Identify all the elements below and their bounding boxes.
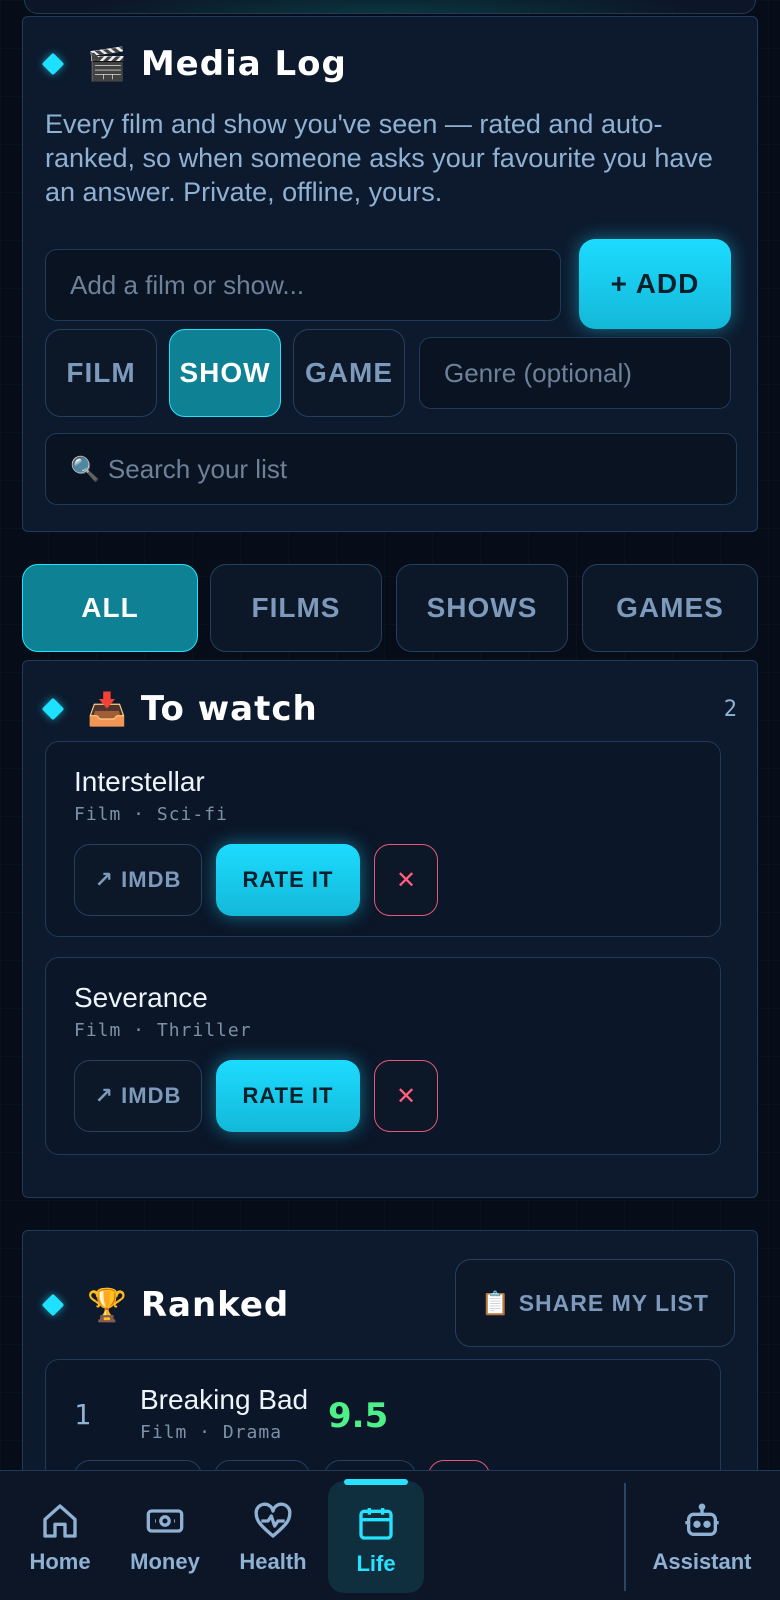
media-log-title: Media Log: [140, 44, 347, 84]
list-item: Interstellar Film · Sci-fi ↗ IMDB RATE I…: [45, 741, 721, 937]
nav-money-label: Money: [130, 1549, 200, 1574]
type-film-button[interactable]: FILM: [45, 329, 157, 417]
genre-input[interactable]: Genre (optional): [419, 337, 731, 409]
close-icon: ✕: [395, 1082, 417, 1110]
list-item: Severance Film · Thriller ↗ IMDB RATE IT…: [45, 957, 721, 1155]
to-watch-header: 📥 To watch 2: [41, 689, 737, 729]
add-title-input[interactable]: Add a film or show...: [45, 249, 561, 321]
rate-it-label: RATE IT: [242, 867, 334, 892]
nav-life[interactable]: Life: [328, 1479, 424, 1593]
score-value: 9.5: [328, 1396, 389, 1436]
genre-placeholder: Genre (optional): [444, 357, 632, 388]
to-watch-count: 2: [723, 696, 737, 722]
media-log-header: 🎬 Media Log: [41, 44, 735, 84]
imdb-link-label: ↗ IMDB: [94, 1083, 182, 1108]
share-list-label: SHARE MY LIST: [518, 1289, 709, 1316]
nav-assistant-label: Assistant: [652, 1549, 752, 1574]
row-action-stub: [324, 1460, 416, 1470]
media-log-description: Every film and show you've seen — rated …: [45, 109, 713, 207]
clipboard-icon: 📋: [481, 1290, 511, 1317]
search-icon: 🔍: [70, 455, 100, 483]
previous-card-edge: [24, 0, 756, 14]
nav-home[interactable]: Home: [20, 1471, 100, 1600]
type-game-label: GAME: [305, 357, 393, 388]
rate-it-button[interactable]: RATE IT: [216, 1060, 360, 1132]
inbox-tray-icon: 📥: [87, 690, 127, 728]
item-meta: Film · Thriller: [74, 1020, 252, 1041]
row-action-stub: [74, 1460, 202, 1470]
item-title: Severance: [74, 982, 208, 1013]
filter-all-tab[interactable]: ALL: [22, 564, 198, 652]
calendar-icon: [359, 1508, 393, 1540]
nav-money[interactable]: Money: [120, 1471, 210, 1600]
robot-icon: [685, 1503, 719, 1536]
filter-games-tab[interactable]: GAMES: [582, 564, 758, 652]
media-log-card: 🎬 Media Log Every film and show you've s…: [22, 16, 758, 532]
diamond-bullet-icon: [41, 697, 65, 721]
nav-health-label: Health: [239, 1549, 307, 1574]
clapperboard-icon: 🎬: [87, 45, 127, 83]
main-scroll[interactable]: 🎬 Media Log Every film and show you've s…: [0, 0, 780, 1470]
money-icon: [146, 1509, 184, 1533]
type-game-button[interactable]: GAME: [293, 329, 405, 417]
item-meta: Film · Drama: [140, 1422, 283, 1443]
imdb-link-button[interactable]: ↗ IMDB: [74, 844, 202, 916]
filter-games-label: GAMES: [616, 592, 724, 623]
item-actions: ↗ IMDB RATE IT ✕: [74, 844, 438, 916]
filter-tabs: ALL FILMS SHOWS GAMES: [22, 564, 758, 652]
rank-number: 1: [74, 1398, 91, 1431]
filter-films-label: FILMS: [251, 592, 341, 623]
diamond-bullet-icon: [41, 1293, 65, 1317]
nav-health[interactable]: Health: [228, 1471, 318, 1600]
close-icon: ✕: [395, 866, 417, 894]
search-placeholder: Search your list: [107, 453, 288, 484]
share-list-button[interactable]: 📋 SHARE MY LIST: [455, 1259, 735, 1347]
home-icon: [43, 1504, 77, 1538]
item-title: Interstellar: [74, 766, 205, 797]
type-show-button[interactable]: SHOW: [169, 329, 281, 417]
trophy-icon: 🏆: [87, 1286, 127, 1324]
filter-films-tab[interactable]: FILMS: [210, 564, 382, 652]
filter-shows-label: SHOWS: [426, 592, 538, 623]
item-actions: ↗ IMDB RATE IT ✕: [74, 1060, 438, 1132]
add-button[interactable]: + ADD: [579, 239, 731, 329]
nav-assistant[interactable]: Assistant: [646, 1471, 758, 1600]
item-title: Breaking Bad: [140, 1384, 309, 1415]
heart-pulse-icon: [254, 1502, 292, 1538]
filter-shows-tab[interactable]: SHOWS: [396, 564, 568, 652]
rate-it-button[interactable]: RATE IT: [216, 844, 360, 916]
item-meta: Film · Sci-fi: [74, 804, 228, 825]
ranked-card: 🏆 Ranked 📋 SHARE MY LIST 1 Breaking Bad …: [22, 1230, 758, 1470]
nav-divider: [624, 1483, 626, 1591]
remove-button[interactable]: ✕: [374, 1060, 438, 1132]
filter-all-label: ALL: [81, 592, 139, 623]
ranked-row: 1 Breaking Bad Film · Drama 9.5: [45, 1359, 721, 1470]
bottom-nav: Home Money Health Life Assistant: [0, 1470, 780, 1600]
remove-button[interactable]: ✕: [374, 844, 438, 916]
active-indicator: [344, 1479, 408, 1485]
imdb-link-button[interactable]: ↗ IMDB: [74, 1060, 202, 1132]
to-watch-title: To watch: [140, 689, 318, 729]
row-action-stub: [428, 1460, 490, 1470]
to-watch-card: 📥 To watch 2 Interstellar Film · Sci-fi …: [22, 660, 758, 1198]
add-button-label: + ADD: [610, 268, 700, 299]
nav-life-label: Life: [356, 1551, 396, 1576]
imdb-link-label: ↗ IMDB: [94, 867, 182, 892]
row-action-stub: [214, 1460, 310, 1470]
ranked-header: 🏆 Ranked: [41, 1285, 290, 1325]
search-input[interactable]: 🔍 Search your list: [45, 433, 737, 505]
type-show-label: SHOW: [179, 357, 271, 388]
diamond-bullet-icon: [41, 52, 65, 76]
rate-it-label: RATE IT: [242, 1083, 334, 1108]
ranked-title: Ranked: [140, 1285, 290, 1325]
add-title-placeholder: Add a film or show...: [70, 269, 305, 300]
nav-home-label: Home: [29, 1549, 91, 1574]
type-film-label: FILM: [66, 357, 136, 388]
